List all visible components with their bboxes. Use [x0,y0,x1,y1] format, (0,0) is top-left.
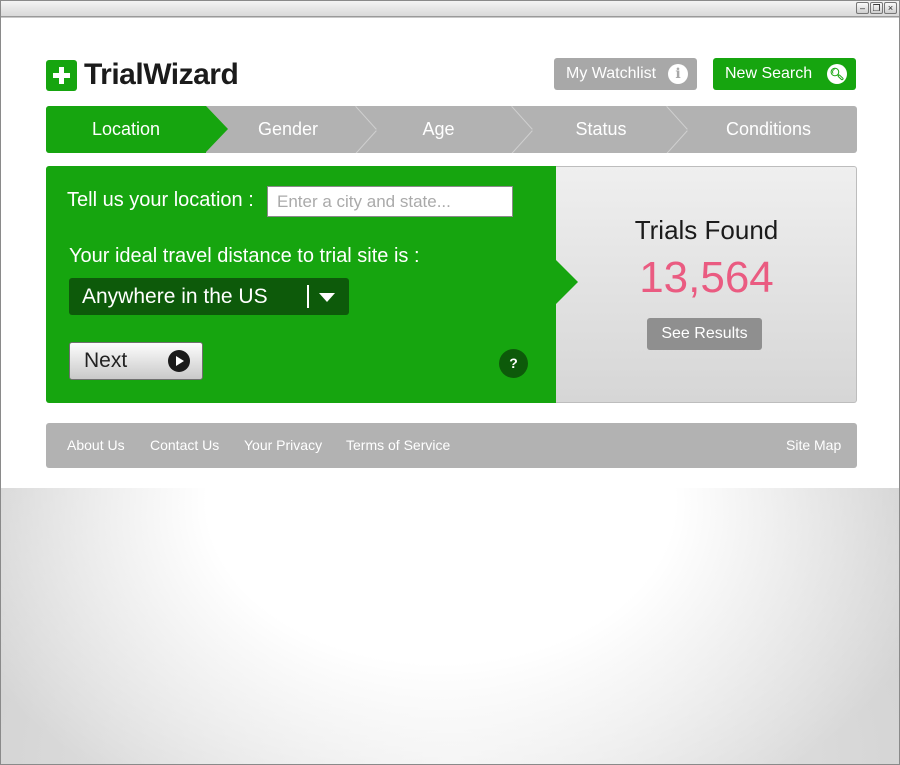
info-icon: i [668,64,688,84]
footer-link-about[interactable]: About Us [67,437,125,453]
new-search-button[interactable]: New Search 🔍︎ [713,58,856,90]
step-age[interactable]: Age [381,106,496,153]
plus-logo-icon [46,59,77,91]
step-divider [667,106,693,153]
footer-link-privacy[interactable]: Your Privacy [244,437,322,453]
logo[interactable]: TrialWizard [46,58,239,92]
step-label: Location [91,119,161,139]
panel-arrow [556,260,578,304]
step-label: Status [575,119,627,139]
watchlist-button[interactable]: My Watchlist i [554,58,697,90]
see-results-button[interactable]: See Results [647,318,762,350]
location-form: Tell us your location : Your ideal trave… [46,166,578,403]
restore-icon[interactable]: ❐ [870,2,883,14]
distance-selected: Anywhere in the US [82,284,268,308]
wizard-steps: Location Gender Age Status Conditions [46,106,857,153]
footer-link-sitemap[interactable]: Site Map [786,437,841,453]
new-search-label: New Search [725,65,813,82]
results-panel: Trials Found 13,564 See Results [556,166,857,403]
close-icon[interactable]: × [884,2,897,14]
location-input[interactable] [267,186,513,217]
step-label: Age [422,119,455,139]
step-label: Conditions [725,119,812,139]
select-divider [307,285,309,308]
main-panel: Tell us your location : Your ideal trave… [46,166,857,403]
footer-bar: About Us Contact Us Your Privacy Terms o… [46,423,857,468]
distance-label: Your ideal travel distance to trial site… [69,245,420,267]
step-status[interactable]: Status [536,106,666,153]
app-window: – ❐ × TrialWizard My Watchlist i New Sea… [0,0,900,765]
play-arrow-icon [168,350,190,372]
trials-found-label: Trials Found [634,215,779,245]
minimize-icon[interactable]: – [856,2,869,14]
trials-count: 13,564 [639,253,774,302]
location-label: Tell us your location : [67,189,254,211]
watchlist-label: My Watchlist [566,65,657,82]
step-label: Gender [257,119,319,139]
brand-name: TrialWizard [84,58,239,91]
chevron-down-icon [319,293,335,302]
next-button[interactable]: Next [69,342,203,380]
footer-link-terms[interactable]: Terms of Service [346,437,450,453]
title-bar: – ❐ × [1,1,899,17]
step-divider [512,106,538,153]
distance-select[interactable]: Anywhere in the US [69,278,349,315]
step-conditions[interactable]: Conditions [691,106,846,153]
search-icon: 🔍︎ [827,64,847,84]
help-icon[interactable]: ? [499,349,528,378]
next-label: Next [84,349,128,372]
step-location[interactable]: Location [46,106,228,153]
footer-link-contact[interactable]: Contact Us [150,437,219,453]
step-divider [356,106,382,153]
step-gender[interactable]: Gender [228,106,348,153]
